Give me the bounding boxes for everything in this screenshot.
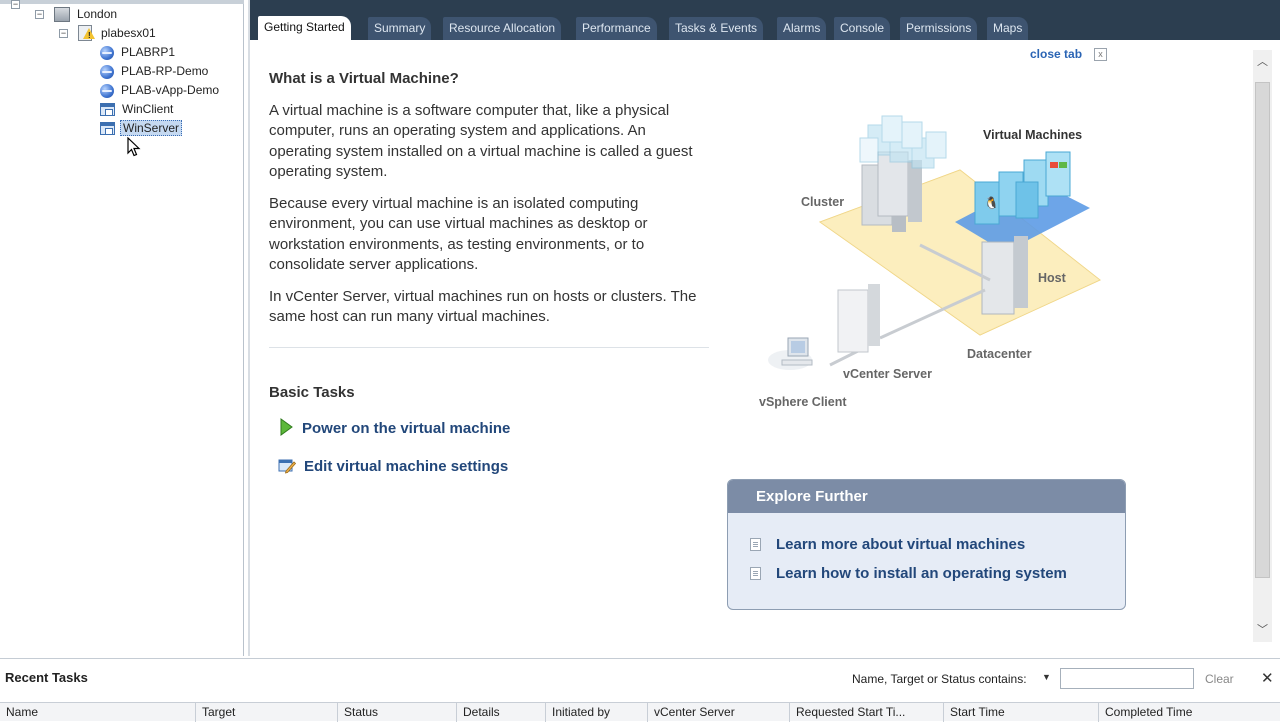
tree-top-edge bbox=[0, 0, 244, 4]
recent-tasks-title: Recent Tasks bbox=[5, 670, 88, 685]
column-details[interactable]: Details bbox=[457, 703, 546, 722]
tree-item-winclient[interactable]: WinClient bbox=[100, 100, 175, 118]
explore-further-panel: Explore Further Learn more about virtual… bbox=[727, 479, 1126, 610]
tree-item-london[interactable]: London bbox=[54, 5, 119, 23]
close-icon[interactable]: ✕ bbox=[1261, 669, 1274, 687]
power-on-task[interactable]: Power on the virtual machine bbox=[278, 417, 510, 439]
column-requested-start[interactable]: Requested Start Ti... bbox=[790, 703, 944, 722]
vapp-icon bbox=[100, 83, 114, 98]
tree-item-plab-rp-demo[interactable]: PLAB-RP-Demo bbox=[100, 62, 210, 80]
tree-item-plabrp1[interactable]: PLABRP1 bbox=[100, 43, 177, 61]
diagram-label-vsphere-client: vSphere Client bbox=[759, 395, 847, 409]
tab-permissions[interactable]: Permissions bbox=[900, 17, 978, 40]
tree-item-label: PLAB-RP-Demo bbox=[121, 64, 209, 78]
tree-item-plab-vapp-demo[interactable]: PLAB-vApp-Demo bbox=[100, 81, 221, 99]
diagram-label-virtual-machines: Virtual Machines bbox=[983, 128, 1083, 142]
scroll-down-icon[interactable]: ﹀ bbox=[1256, 624, 1269, 637]
svg-text:🐧: 🐧 bbox=[984, 196, 999, 210]
column-completed-time[interactable]: Completed Time bbox=[1099, 703, 1280, 722]
learn-vm-link-label[interactable]: Learn more about virtual machines bbox=[776, 536, 1025, 553]
page-heading: What is a Virtual Machine? bbox=[269, 70, 459, 87]
intro-paragraph: A virtual machine is a software computer… bbox=[269, 102, 693, 180]
close-tab-link[interactable]: close tab bbox=[1030, 47, 1082, 61]
tab-summary[interactable]: Summary bbox=[368, 17, 432, 40]
tree-item-label: plabesx01 bbox=[101, 26, 156, 40]
document-icon bbox=[750, 566, 761, 580]
expand-toggle-root[interactable]: − bbox=[11, 0, 20, 9]
tab-bar: Getting Started Summary Resource Allocat… bbox=[250, 0, 1280, 40]
close-box-icon[interactable]: x bbox=[1094, 48, 1107, 61]
chevron-down-icon[interactable]: ▼ bbox=[1042, 672, 1051, 682]
tab-maps[interactable]: Maps bbox=[987, 17, 1029, 40]
tree-item-winserver[interactable]: WinServer bbox=[100, 119, 183, 137]
content-pane: Getting Started Summary Resource Allocat… bbox=[248, 0, 1280, 656]
isolation-paragraph: Because every virtual machine is an isol… bbox=[269, 195, 648, 273]
scroll-up-icon[interactable]: ︿ bbox=[1256, 56, 1269, 69]
resource-pool-icon bbox=[100, 64, 114, 79]
filter-dropdown[interactable]: Name, Target or Status contains: bbox=[852, 672, 1027, 686]
datacenter-icon bbox=[54, 6, 70, 22]
learn-os-link-label[interactable]: Learn how to install an operating system bbox=[776, 565, 1067, 582]
tab-performance[interactable]: Performance bbox=[576, 17, 657, 40]
learn-os-link[interactable]: Learn how to install an operating system bbox=[750, 563, 1067, 583]
column-vcenter-server[interactable]: vCenter Server bbox=[648, 703, 790, 722]
recent-tasks-panel: Recent Tasks Name, Target or Status cont… bbox=[0, 658, 1280, 722]
tree-item-host[interactable]: ! plabesx01 bbox=[78, 24, 158, 42]
column-name[interactable]: Name bbox=[0, 703, 196, 722]
tasks-table-header: Name Target Status Details Initiated by … bbox=[0, 702, 1280, 722]
basic-tasks-heading: Basic Tasks bbox=[269, 384, 355, 401]
content-scrollbar[interactable]: ︿ ﹀ bbox=[1253, 50, 1272, 642]
tab-resource-allocation[interactable]: Resource Allocation bbox=[443, 17, 562, 40]
learn-vm-link[interactable]: Learn more about virtual machines bbox=[750, 534, 1025, 554]
tab-alarms[interactable]: Alarms bbox=[777, 17, 827, 40]
tab-tasks-events[interactable]: Tasks & Events bbox=[669, 17, 764, 40]
column-target[interactable]: Target bbox=[196, 703, 338, 722]
filter-input[interactable] bbox=[1060, 668, 1194, 689]
vsphere-diagram-illustration: 🐧 bbox=[768, 115, 1101, 370]
tree-item-label: WinClient bbox=[122, 102, 174, 116]
clear-button[interactable]: Clear bbox=[1205, 672, 1234, 686]
virtual-machine-icon bbox=[100, 121, 115, 135]
tree-item-label: PLABRP1 bbox=[121, 45, 176, 59]
play-icon bbox=[278, 417, 294, 439]
expand-toggle-host[interactable]: − bbox=[59, 29, 68, 38]
tab-getting-started[interactable]: Getting Started bbox=[258, 16, 351, 40]
expand-toggle-london[interactable]: − bbox=[35, 10, 44, 19]
resource-pool-icon bbox=[100, 45, 114, 60]
tab-console[interactable]: Console bbox=[834, 17, 891, 40]
column-initiated-by[interactable]: Initiated by bbox=[546, 703, 648, 722]
edit-settings-task[interactable]: Edit virtual machine settings bbox=[278, 456, 508, 476]
column-status[interactable]: Status bbox=[338, 703, 457, 722]
explore-further-title: Explore Further bbox=[728, 480, 1125, 513]
diagram-label-vcenter-server: vCenter Server bbox=[843, 367, 932, 381]
edit-settings-icon bbox=[278, 456, 297, 477]
scrollbar-thumb[interactable] bbox=[1255, 82, 1270, 578]
edit-settings-link[interactable]: Edit virtual machine settings bbox=[304, 458, 508, 475]
virtual-machine-icon bbox=[100, 102, 115, 116]
tree-item-label: London bbox=[77, 7, 118, 21]
host-warning-icon: ! bbox=[78, 25, 95, 41]
column-start-time[interactable]: Start Time bbox=[944, 703, 1099, 722]
vsphere-diagram: 🐧 Virtual Machines Cluster Host Datacent… bbox=[750, 110, 1110, 410]
inventory-tree[interactable]: − − London − ! plabesx01 PLABRP1 PLAB-RP… bbox=[0, 0, 244, 656]
tree-item-label: PLAB-vApp-Demo bbox=[121, 83, 220, 97]
power-on-link[interactable]: Power on the virtual machine bbox=[302, 420, 510, 437]
vcenter-paragraph: In vCenter Server, virtual machines run … bbox=[269, 288, 697, 326]
diagram-label-datacenter: Datacenter bbox=[967, 347, 1032, 361]
document-icon bbox=[750, 537, 761, 551]
diagram-label-cluster: Cluster bbox=[801, 195, 845, 209]
tree-item-label: WinServer bbox=[120, 120, 183, 136]
section-divider bbox=[269, 347, 709, 348]
diagram-label-host: Host bbox=[1038, 271, 1066, 285]
